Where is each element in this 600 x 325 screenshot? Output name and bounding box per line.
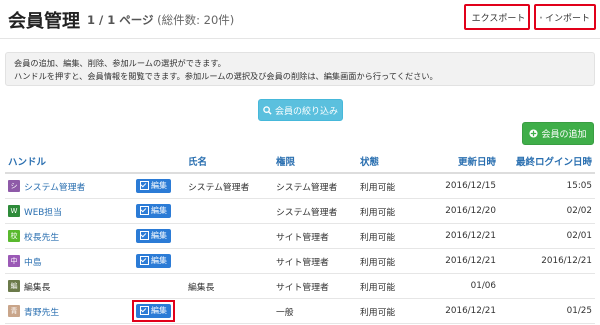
handle-link[interactable]: 中島: [24, 255, 42, 268]
edit-icon: [140, 181, 149, 191]
avatar: 中: [8, 255, 20, 267]
name-cell: [185, 298, 273, 324]
status-cell: 利用可能: [357, 198, 421, 224]
edit-label: 編集: [151, 205, 167, 215]
name-cell: システム管理者: [185, 173, 273, 199]
info-line-2: ハンドルを押すと、会員情報を閲覧できます。参加ルームの選択及び会員の削除は、編集…: [14, 71, 438, 81]
edit-label: 編集: [151, 305, 167, 315]
import-button[interactable]: インポート: [534, 4, 596, 30]
name-cell: [185, 198, 273, 224]
updated-cell: 2016/12/20: [421, 198, 499, 224]
name-cell: [185, 223, 273, 249]
col-header-edit: [129, 150, 185, 174]
last-login-cell: [499, 273, 595, 299]
col-header-name[interactable]: 氏名: [185, 150, 273, 174]
page-header: 会員管理 1 / 1 ページ (総件数: 20件) エクスポート インポート: [0, 0, 600, 40]
add-label: 会員の追加: [541, 130, 587, 140]
role-cell: システム管理者: [273, 173, 357, 199]
total-count: (総件数: 20件): [157, 13, 235, 27]
role-cell: サイト管理者: [273, 248, 357, 274]
updated-cell: 2016/12/21: [421, 248, 499, 274]
edit-label: 編集: [151, 255, 167, 265]
export-button[interactable]: エクスポート: [464, 4, 530, 30]
avatar: 青: [8, 305, 20, 317]
filter-members-button[interactable]: 会員の絞り込み: [258, 99, 343, 121]
add-member-button[interactable]: 会員の追加: [522, 122, 594, 145]
name-cell: [185, 248, 273, 274]
handle-link[interactable]: システム管理者: [24, 180, 85, 193]
role-cell: システム管理者: [273, 198, 357, 224]
import-label: インポート: [544, 13, 590, 24]
table-row: W WEB担当 編集 システム管理者 利用可能 2016/12/20 02/02: [5, 198, 595, 224]
status-cell: 利用可能: [357, 223, 421, 249]
avatar: シ: [8, 180, 20, 192]
import-icon: [540, 16, 542, 18]
table-row: 校校長先生 編集 サイト管理者 利用可能 2016/12/21 02/01: [5, 223, 595, 249]
updated-cell: 2016/12/21: [421, 223, 499, 249]
edit-button[interactable]: 編集: [136, 303, 171, 318]
status-cell: 利用可能: [357, 248, 421, 274]
members-table: ハンドル 氏名 権限 状態 更新日時 最終ログイン日時 シシステム管理者 編集 …: [5, 150, 595, 324]
edit-button[interactable]: 編集: [136, 228, 171, 243]
search-icon: [263, 105, 272, 115]
updated-cell: 01/06: [421, 273, 499, 299]
table-row: 編編集長 編集長 サイト管理者 利用可能 01/06: [5, 273, 595, 299]
edit-label: 編集: [151, 230, 167, 240]
col-header-updated[interactable]: 更新日時: [421, 150, 499, 174]
role-cell: サイト管理者: [273, 223, 357, 249]
edit-icon: [140, 256, 149, 266]
updated-cell: 2016/12/21: [421, 298, 499, 324]
last-login-cell: 15:05: [499, 173, 595, 199]
role-cell: サイト管理者: [273, 273, 357, 299]
table-row: シシステム管理者 編集 システム管理者 システム管理者 利用可能 2016/12…: [5, 173, 595, 199]
col-header-last-login[interactable]: 最終ログイン日時: [499, 150, 595, 174]
header-divider: [0, 38, 600, 39]
handle-link[interactable]: 校長先生: [24, 230, 59, 243]
col-header-status[interactable]: 状態: [357, 150, 421, 174]
edit-button[interactable]: 編集: [136, 203, 171, 218]
handle-link[interactable]: WEB担当: [24, 205, 62, 218]
col-header-role[interactable]: 権限: [273, 150, 357, 174]
plus-circle-icon: [529, 129, 539, 138]
col-header-handle[interactable]: ハンドル: [5, 150, 129, 174]
avatar: W: [8, 205, 20, 217]
table-header-row: ハンドル 氏名 権限 状態 更新日時 最終ログイン日時: [5, 150, 595, 174]
handle-text[interactable]: 編集長: [24, 280, 50, 293]
edit-icon: [140, 206, 149, 216]
avatar: 校: [8, 230, 20, 242]
info-line-1: 会員の追加、編集、削除、参加ルームの選択ができます。: [14, 58, 226, 68]
edit-icon: [140, 306, 149, 316]
status-cell: 利用可能: [357, 173, 421, 199]
page-subtitle: 1 / 1 ページ (総件数: 20件): [87, 12, 234, 28]
handle-link[interactable]: 青野先生: [24, 305, 59, 318]
edit-icon: [140, 231, 149, 241]
info-box: 会員の追加、編集、削除、参加ルームの選択ができます。 ハンドルを押すと、会員情報…: [5, 52, 595, 86]
table-row: 中中島 編集 サイト管理者 利用可能 2016/12/21 2016/12/21: [5, 248, 595, 274]
status-cell: 利用可能: [357, 273, 421, 299]
edit-button-highlight: 編集: [132, 299, 175, 323]
page-title: 会員管理: [8, 11, 80, 32]
last-login-cell: 01/25: [499, 298, 595, 324]
last-login-cell: 02/01: [499, 223, 595, 249]
role-cell: 一般: [273, 298, 357, 324]
name-cell: 編集長: [185, 273, 273, 299]
filter-label: 会員の絞り込み: [274, 106, 338, 117]
updated-cell: 2016/12/15: [421, 173, 499, 199]
table-row: 青青野先生 編集 一般 利用可能 2016/12/21 01/25: [5, 298, 595, 324]
status-cell: 利用可能: [357, 298, 421, 324]
edit-label: 編集: [151, 180, 167, 190]
edit-button[interactable]: 編集: [136, 253, 171, 268]
last-login-cell: 2016/12/21: [499, 248, 595, 274]
export-label: エクスポート: [471, 13, 526, 24]
page-info: 1 / 1 ページ: [87, 13, 154, 27]
edit-button[interactable]: 編集: [136, 178, 171, 193]
avatar: 編: [8, 280, 20, 292]
last-login-cell: 02/02: [499, 198, 595, 224]
